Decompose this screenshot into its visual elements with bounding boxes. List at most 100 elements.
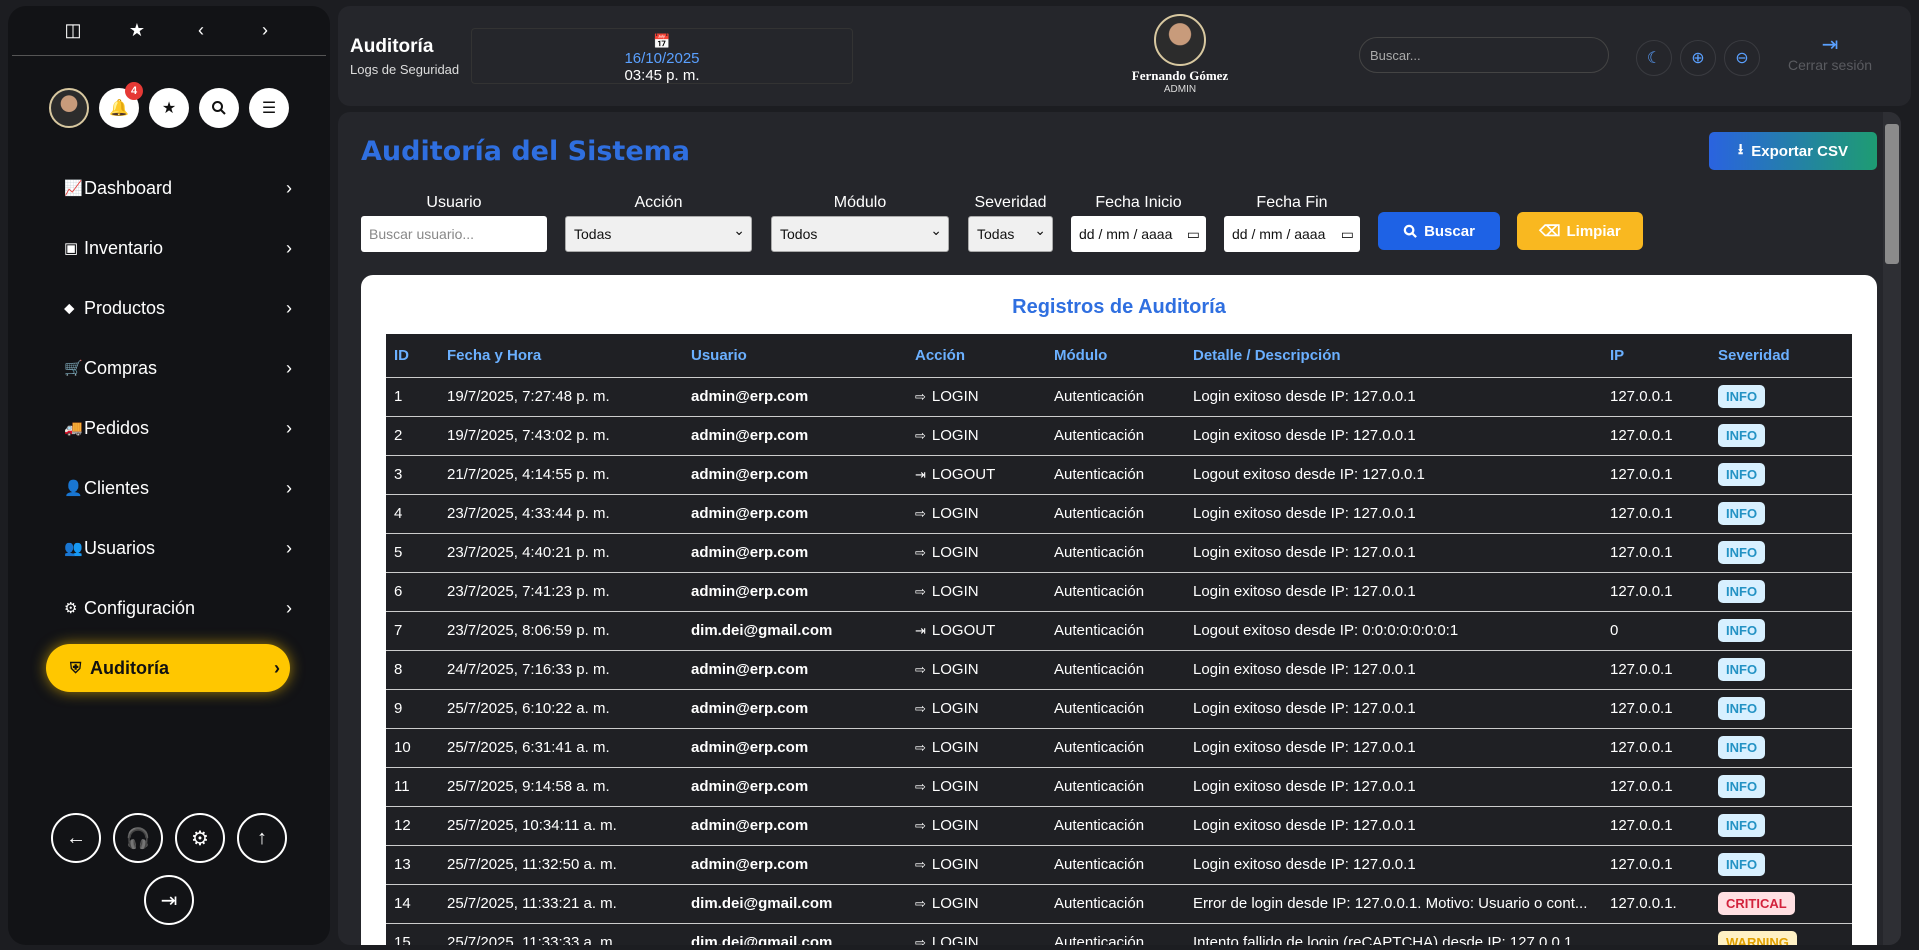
- cell-id: 4: [394, 505, 403, 522]
- chevron-right-icon[interactable]: ›: [254, 20, 276, 41]
- cell-usuario: dim.dei@gmail.com: [691, 895, 833, 912]
- sidebar-item-clientes[interactable]: 👤 Clientes ›: [64, 464, 292, 512]
- table-row[interactable]: 8 24/7/2025, 7:16:33 p. m. admin@erp.com ⇨ L…: [386, 650, 1852, 689]
- column-header[interactable]: Módulo: [1046, 334, 1185, 377]
- sidebar-item-pedidos[interactable]: 🚚 Pedidos ›: [64, 404, 292, 452]
- export-csv-button[interactable]: ⭳ Exportar CSV: [1709, 132, 1877, 170]
- cell-severidad: INFO: [1710, 416, 1852, 455]
- column-header[interactable]: Severidad: [1710, 334, 1852, 377]
- sidebar-toolbar: ◫ ★ ‹ ›: [12, 6, 326, 56]
- column-header[interactable]: Acción: [907, 334, 1046, 377]
- logout-button[interactable]: ⇥ Cerrar sesión: [1788, 32, 1872, 73]
- header-search-input[interactable]: [1359, 37, 1609, 73]
- severity-badge: INFO: [1718, 619, 1766, 642]
- table-row[interactable]: 11 25/7/2025, 9:14:58 a. m. admin@erp.com ⇨…: [386, 767, 1852, 806]
- user-profile[interactable]: Fernando Gómez ADMIN: [1110, 14, 1250, 95]
- table-body: 1 19/7/2025, 7:27:48 p. m. admin@erp.com ⇨ L…: [386, 377, 1852, 945]
- modulo-select[interactable]: Todos: [771, 216, 949, 252]
- zoom-in-button[interactable]: ⊕: [1680, 40, 1716, 76]
- sidebar-item-configuracion[interactable]: ⚙ Configuración ›: [64, 584, 292, 632]
- table-row[interactable]: 4 23/7/2025, 4:33:44 p. m. admin@erp.com ⇨ L…: [386, 494, 1852, 533]
- back-button[interactable]: ←: [51, 813, 101, 863]
- sidebar-item-productos[interactable]: ⬥ Productos ›: [64, 284, 292, 332]
- table-row[interactable]: 1 19/7/2025, 7:27:48 p. m. admin@erp.com ⇨ L…: [386, 377, 1852, 416]
- table-row[interactable]: 15 25/7/2025, 11:33:33 a. m. dim.dei@gmail…: [386, 923, 1852, 945]
- table-row[interactable]: 6 23/7/2025, 7:41:23 p. m. admin@erp.com ⇨ L…: [386, 572, 1852, 611]
- sidebar-item-auditoria[interactable]: ⛨ Auditoría ›: [46, 644, 290, 692]
- layout-icon[interactable]: ◫: [62, 20, 84, 41]
- settings-button[interactable]: ⚙: [175, 813, 225, 863]
- support-button[interactable]: 🎧: [113, 813, 163, 863]
- notifications-button[interactable]: 🔔 4: [99, 82, 143, 128]
- cell-severidad: INFO: [1710, 650, 1852, 689]
- cell-accion: ⇥ LOGOUT: [907, 455, 1046, 494]
- avatar[interactable]: [49, 88, 89, 128]
- user-icon: 👤: [64, 480, 83, 497]
- buscar-button[interactable]: Buscar: [1378, 212, 1500, 250]
- severidad-select[interactable]: Todas: [968, 216, 1053, 252]
- sidebar-item-usuarios[interactable]: 👥 Usuarios ›: [64, 524, 292, 572]
- shield-icon: ⛨: [70, 659, 82, 677]
- filter-modulo: Módulo Todos: [771, 194, 949, 252]
- favorites-button[interactable]: ★: [149, 88, 189, 128]
- sidebar-item-compras[interactable]: 🛒 Compras ›: [64, 344, 292, 392]
- usuario-search-input[interactable]: Buscar usuario...: [361, 216, 547, 252]
- sidebar-footer-actions: ← 🎧 ⚙ ↑ ⇥: [8, 813, 330, 925]
- sidebar-item-label: Pedidos: [84, 417, 150, 438]
- column-header[interactable]: Detalle / Descripción: [1185, 334, 1602, 377]
- accion-text: LOGOUT: [931, 466, 996, 483]
- scrollbar-thumb[interactable]: [1885, 124, 1899, 264]
- table-row[interactable]: 10 25/7/2025, 6:31:41 a. m. admin@erp.com ⇨…: [386, 728, 1852, 767]
- column-header[interactable]: IP: [1602, 334, 1710, 377]
- chevron-right-icon: ›: [274, 657, 280, 678]
- column-header[interactable]: ID: [386, 334, 439, 377]
- zoom-out-button[interactable]: ⊖: [1724, 40, 1760, 76]
- table-row[interactable]: 14 25/7/2025, 11:33:21 a. m. dim.dei@gmail…: [386, 884, 1852, 923]
- cell-accion: ⇨ LOGIN: [907, 572, 1046, 611]
- search-button[interactable]: [199, 88, 239, 128]
- star-icon[interactable]: ★: [126, 20, 148, 41]
- cart-icon: 🛒: [64, 360, 83, 377]
- sidebar-logout-button[interactable]: ⇥: [144, 875, 194, 925]
- cell-detalle: Login exitoso desde IP: 127.0.0.1: [1193, 544, 1416, 561]
- header-title: Auditoría: [350, 36, 434, 57]
- fecha-fin-input[interactable]: dd / mm / aaaa ▭: [1224, 216, 1360, 252]
- cell-id: 14: [394, 895, 411, 912]
- chevron-left-icon[interactable]: ‹: [190, 20, 212, 41]
- fecha-inicio-input[interactable]: dd / mm / aaaa ▭: [1071, 216, 1206, 252]
- severity-badge: INFO: [1718, 658, 1766, 681]
- table-row[interactable]: 3 21/7/2025, 4:14:55 p. m. admin@erp.com ⇥ L…: [386, 455, 1852, 494]
- cell-modulo: Autenticación: [1054, 778, 1145, 795]
- cell-accion: ⇨ LOGIN: [907, 923, 1046, 945]
- cell-severidad: CRITICAL: [1710, 884, 1852, 923]
- tag-icon: ⬥: [64, 299, 75, 317]
- sidebar: ◫ ★ ‹ › 🔔 4 ★ ☰ 📈 Dashboard › ▣ Inventar…: [8, 6, 330, 945]
- scroll-top-button[interactable]: ↑: [237, 813, 287, 863]
- table-row[interactable]: 12 25/7/2025, 10:34:11 a. m. admin@erp.com…: [386, 806, 1852, 845]
- cell-fecha: 25/7/2025, 6:31:41 a. m.: [447, 739, 610, 756]
- main-content: Auditoría del Sistema ⭳ Exportar CSV Usu…: [338, 112, 1901, 945]
- column-header[interactable]: Fecha y Hora: [439, 334, 683, 377]
- cell-fecha: 25/7/2025, 11:32:50 a. m.: [447, 856, 617, 873]
- chevron-right-icon: ›: [286, 597, 292, 618]
- cell-modulo: Autenticación: [1054, 583, 1145, 600]
- severity-badge: INFO: [1718, 385, 1766, 408]
- sidebar-item-dashboard[interactable]: 📈 Dashboard ›: [64, 164, 292, 212]
- cell-accion: ⇨ LOGIN: [907, 884, 1046, 923]
- login-icon: ⇨: [915, 506, 926, 521]
- column-header[interactable]: Usuario: [683, 334, 907, 377]
- table-row[interactable]: 9 25/7/2025, 6:10:22 a. m. admin@erp.com ⇨ L…: [386, 689, 1852, 728]
- table-row[interactable]: 13 25/7/2025, 11:32:50 a. m. admin@erp.com…: [386, 845, 1852, 884]
- table-row[interactable]: 5 23/7/2025, 4:40:21 p. m. admin@erp.com ⇨ L…: [386, 533, 1852, 572]
- accion-select[interactable]: Todas: [565, 216, 752, 252]
- cell-id: 7: [394, 622, 403, 639]
- dark-mode-button[interactable]: ☾: [1636, 40, 1672, 76]
- cell-modulo: Autenticación: [1054, 739, 1145, 756]
- table-row[interactable]: 7 23/7/2025, 8:06:59 p. m. dim.dei@gmail.c…: [386, 611, 1852, 650]
- filters-button[interactable]: ☰: [249, 88, 289, 128]
- table-row[interactable]: 2 19/7/2025, 7:43:02 p. m. admin@erp.com ⇨ L…: [386, 416, 1852, 455]
- limpiar-button[interactable]: ⌫ Limpiar: [1517, 212, 1643, 250]
- chevron-right-icon: ›: [286, 417, 292, 438]
- sidebar-item-inventario[interactable]: ▣ Inventario ›: [64, 224, 292, 272]
- scrollbar[interactable]: [1883, 112, 1901, 945]
